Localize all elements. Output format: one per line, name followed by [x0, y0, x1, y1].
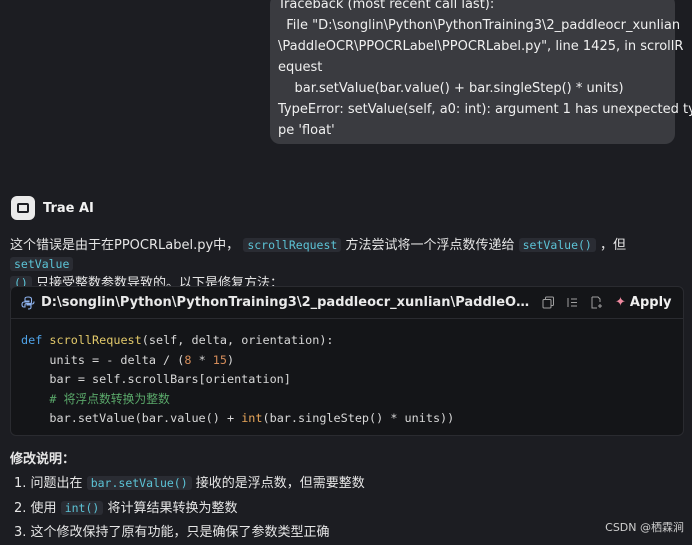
- list-item: 1. 问题出在 bar.setValue() 接收的是浮点数，但需要整数: [14, 476, 365, 491]
- add-file-icon[interactable]: [587, 294, 605, 312]
- user-message-line: equest: [278, 60, 323, 75]
- code-line: def scrollRequest(self, delta, orientati…: [21, 333, 334, 347]
- code-line: # 将浮点数转换为整数: [21, 391, 170, 406]
- assistant-header: Trae AI: [11, 196, 94, 220]
- file-path: D:\songlin\Python\PythonTraining3\2_padd…: [41, 295, 533, 310]
- intro-text: 这个错误是由于在PPOCRLabel.py中，: [10, 238, 240, 253]
- assistant-intro: 这个错误是由于在PPOCRLabel.py中， scrollRequest 方法…: [10, 236, 682, 293]
- inline-code: bar.setValue(): [86, 476, 192, 490]
- code-content: def scrollRequest(self, delta, orientati…: [11, 319, 683, 429]
- trae-logo-icon: [11, 196, 35, 220]
- inline-code: scrollRequest: [243, 238, 342, 252]
- intro-text: ，但: [600, 238, 627, 253]
- user-message-line: bar.setValue(bar.value() + bar.singleSte…: [278, 81, 624, 96]
- fix-title: 修改说明：: [10, 452, 76, 467]
- code-line: bar = self.scrollBars[orientation]: [21, 372, 291, 386]
- user-message-line: File "D:\songlin\Python\PythonTraining3\…: [278, 18, 681, 33]
- inline-code: int(): [60, 501, 104, 515]
- assistant-name: Trae AI: [43, 200, 94, 216]
- fix-list: 1. 问题出在 bar.setValue() 接收的是浮点数，但需要整数 2. …: [14, 471, 365, 545]
- list-item: 3. 这个修改保持了原有功能，只是确保了参数类型正确: [14, 525, 330, 540]
- list-item: 2. 使用 int() 将计算结果转换为整数: [14, 501, 238, 516]
- user-message-line: \PaddleOCR\PPOCRLabel\PPOCRLabel.py", li…: [278, 39, 684, 54]
- sparkle-icon: ✦: [615, 295, 626, 310]
- python-file-icon: [21, 295, 35, 310]
- code-block: D:\songlin\Python\PythonTraining3\2_padd…: [10, 286, 684, 436]
- apply-button[interactable]: ✦ Apply: [615, 295, 672, 310]
- user-message-line: TypeError: setValue(self, a0: int): argu…: [278, 102, 692, 117]
- code-block-header: D:\songlin\Python\PythonTraining3\2_padd…: [11, 287, 683, 319]
- code-line: units = - delta / (8 * 15): [21, 352, 235, 367]
- user-message-line: Traceback (most recent call last):: [278, 0, 495, 12]
- inline-code: setValue: [10, 257, 74, 271]
- inline-code: setValue(): [518, 238, 596, 252]
- user-message-bubble: Traceback (most recent call last): File …: [270, 0, 692, 144]
- user-message-line: pe 'float': [278, 123, 335, 138]
- code-line: bar.setValue(bar.value() + int(bar.singl…: [21, 411, 455, 425]
- copy-icon[interactable]: [539, 294, 557, 312]
- watermark: CSDN @栖霖涧: [605, 521, 684, 534]
- intro-text: 方法尝试将一个浮点数传递给: [345, 238, 515, 253]
- insert-icon[interactable]: [563, 294, 581, 312]
- apply-label: Apply: [629, 295, 672, 310]
